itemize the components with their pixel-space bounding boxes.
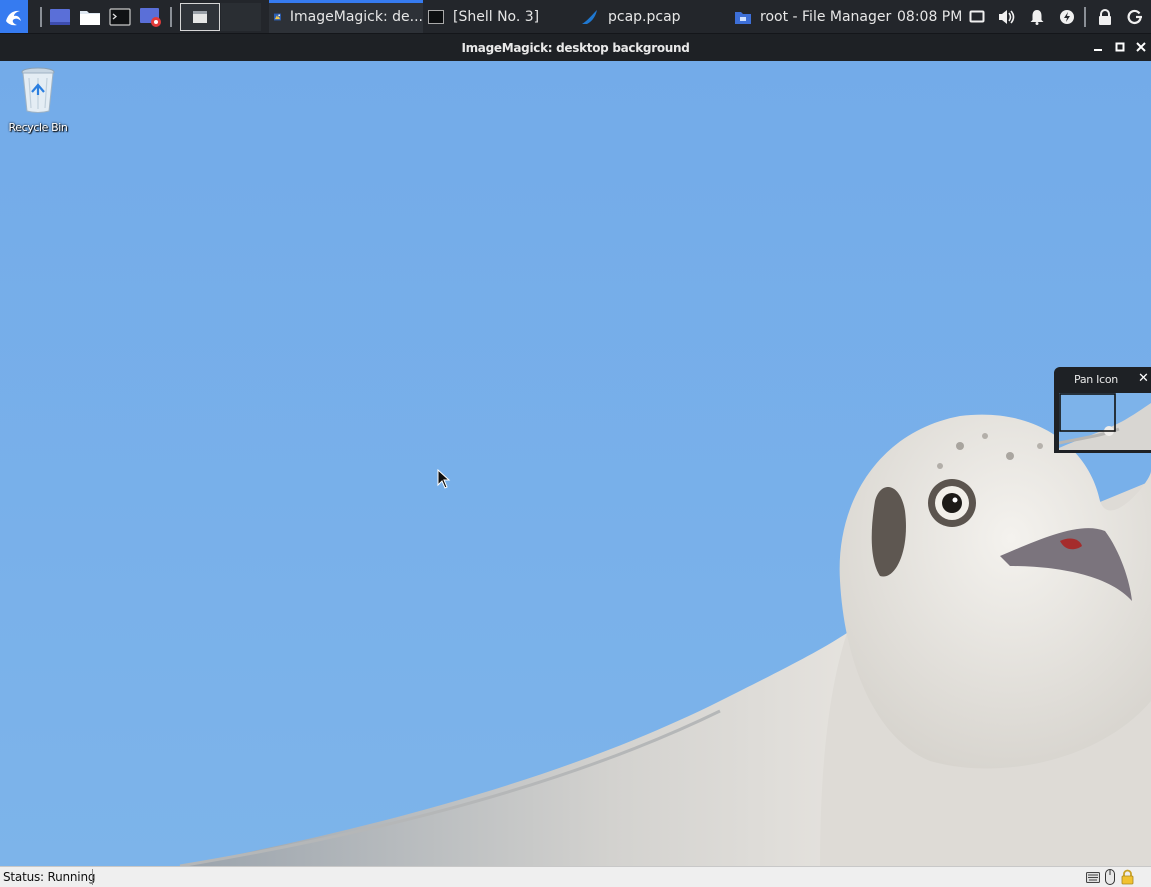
lock-icon[interactable]: [1121, 869, 1134, 885]
pan-icon-title: Pan Icon: [1074, 373, 1118, 386]
pan-icon-window[interactable]: Pan Icon ✕: [1054, 367, 1151, 453]
imagemagick-icon: [274, 13, 281, 20]
workspace-1[interactable]: [180, 0, 220, 33]
recycle-bin-label: Recycle Bin: [8, 121, 68, 134]
lock-icon[interactable]: [1095, 0, 1115, 33]
workspace-2[interactable]: [220, 0, 262, 33]
minimize-button[interactable]: [1089, 33, 1107, 61]
panel-separator: [170, 7, 172, 27]
pan-thumbnail-image: [1059, 393, 1151, 450]
recycle-bin-shortcut[interactable]: Recycle Bin: [4, 66, 72, 134]
mouse-cursor-icon: [437, 469, 451, 489]
task-shell[interactable]: [Shell No. 3]: [424, 0, 574, 33]
terminal-icon[interactable]: [108, 0, 132, 33]
keyboard-icon[interactable]: [1086, 872, 1100, 883]
top-panel: ImageMagick: de... [Shell No. 3] pcap.pc…: [0, 0, 1151, 33]
maximize-icon: [1115, 42, 1125, 52]
window-title: ImageMagick: desktop background: [461, 40, 690, 55]
task-label: root - File Manager: [760, 8, 892, 25]
volume-icon[interactable]: [997, 0, 1017, 33]
clock[interactable]: 08:08 PM: [897, 0, 962, 33]
folder-icon: [735, 11, 751, 24]
recycle-bin-icon: [21, 67, 55, 113]
task-wireshark[interactable]: pcap.pcap: [576, 0, 726, 33]
close-icon: [1136, 42, 1146, 52]
task-label: ImageMagick: de...: [289, 8, 423, 25]
status-separator: [92, 869, 93, 885]
desktop-icon[interactable]: [48, 0, 72, 33]
terminal-icon: [428, 9, 444, 24]
display-icon[interactable]: [967, 0, 987, 33]
status-text: Status: Running: [3, 870, 96, 884]
maximize-button[interactable]: [1111, 33, 1129, 61]
power-icon[interactable]: [1057, 0, 1077, 33]
image-canvas[interactable]: Recycle Bin: [0, 61, 1151, 866]
logout-icon[interactable]: [1125, 0, 1145, 33]
task-label: [Shell No. 3]: [453, 8, 540, 25]
seagull-photo: [0, 61, 1151, 866]
mouse-icon[interactable]: [1105, 869, 1115, 885]
task-file-manager[interactable]: root - File Manager: [732, 0, 892, 33]
screen-recorder-icon[interactable]: [138, 0, 164, 33]
wireshark-icon: [582, 9, 597, 24]
window-titlebar[interactable]: ImageMagick: desktop background: [0, 33, 1151, 61]
close-button[interactable]: [1132, 33, 1150, 61]
pan-thumbnail[interactable]: [1059, 393, 1151, 450]
pan-close-button[interactable]: ✕: [1138, 371, 1149, 386]
kali-menu-icon[interactable]: [0, 0, 28, 33]
minimize-icon: [1094, 49, 1102, 51]
status-bar: Status: Running: [0, 866, 1151, 887]
task-imagemagick[interactable]: ImageMagick: de...: [269, 0, 423, 33]
task-label: pcap.pcap: [608, 8, 681, 25]
panel-separator: [1084, 7, 1086, 27]
screen: ImageMagick: de... [Shell No. 3] pcap.pc…: [0, 0, 1151, 887]
panel-separator: [40, 7, 42, 27]
notification-icon[interactable]: [1027, 0, 1047, 33]
file-manager-icon[interactable]: [78, 0, 102, 33]
